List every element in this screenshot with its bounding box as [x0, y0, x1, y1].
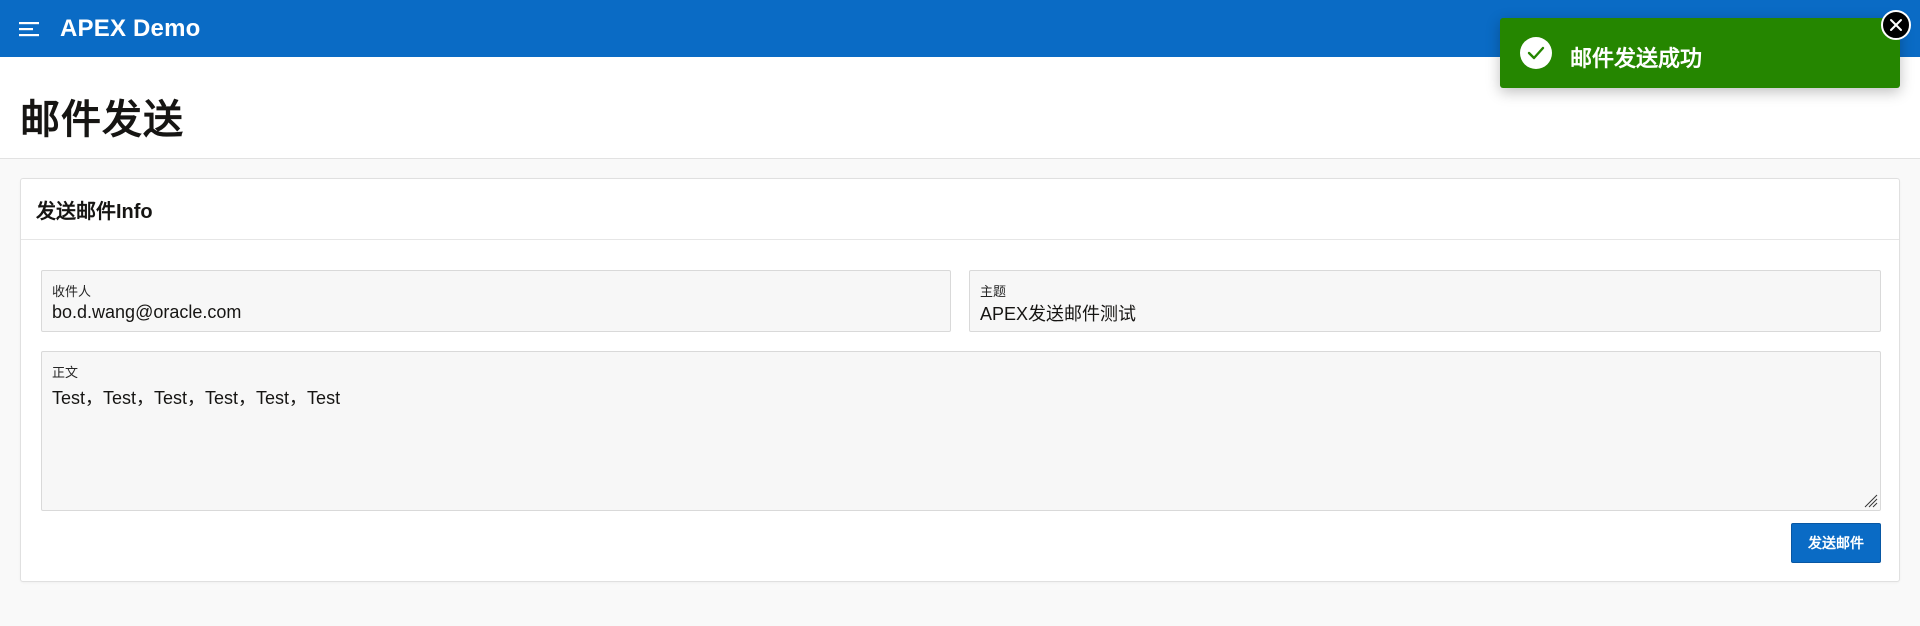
- menu-toggle-button[interactable]: [0, 0, 60, 57]
- hamburger-menu-icon: [19, 21, 39, 36]
- close-icon: [1890, 19, 1902, 31]
- success-toast: 邮件发送成功: [1500, 18, 1900, 88]
- body-field: 正文 Test，Test，Test，Test，Test，Test: [41, 351, 1881, 511]
- region-title: 发送邮件Info: [36, 200, 153, 223]
- toast-close-button[interactable]: [1881, 10, 1911, 40]
- send-email-region: 发送邮件Info 收件人 主题 正文 Test，Test，Test，Test，T…: [20, 178, 1900, 582]
- subject-field: 主题: [969, 270, 1881, 332]
- body-label: 正文: [52, 365, 79, 380]
- resize-grip-icon[interactable]: [1862, 492, 1878, 508]
- send-email-button[interactable]: 发送邮件: [1791, 523, 1881, 563]
- recipient-field: 收件人: [41, 270, 951, 332]
- subject-label: 主题: [980, 284, 1007, 299]
- subject-input[interactable]: [980, 302, 1860, 323]
- toast-message: 邮件发送成功: [1570, 46, 1703, 71]
- body-textarea[interactable]: Test，Test，Test，Test，Test，Test: [52, 384, 1852, 494]
- region-header: 发送邮件Info: [21, 179, 1899, 240]
- recipient-input[interactable]: [52, 302, 932, 323]
- page-title: 邮件发送: [20, 98, 184, 142]
- check-circle-icon: [1520, 37, 1552, 69]
- app-title[interactable]: APEX Demo: [60, 15, 201, 43]
- recipient-label: 收件人: [52, 284, 92, 299]
